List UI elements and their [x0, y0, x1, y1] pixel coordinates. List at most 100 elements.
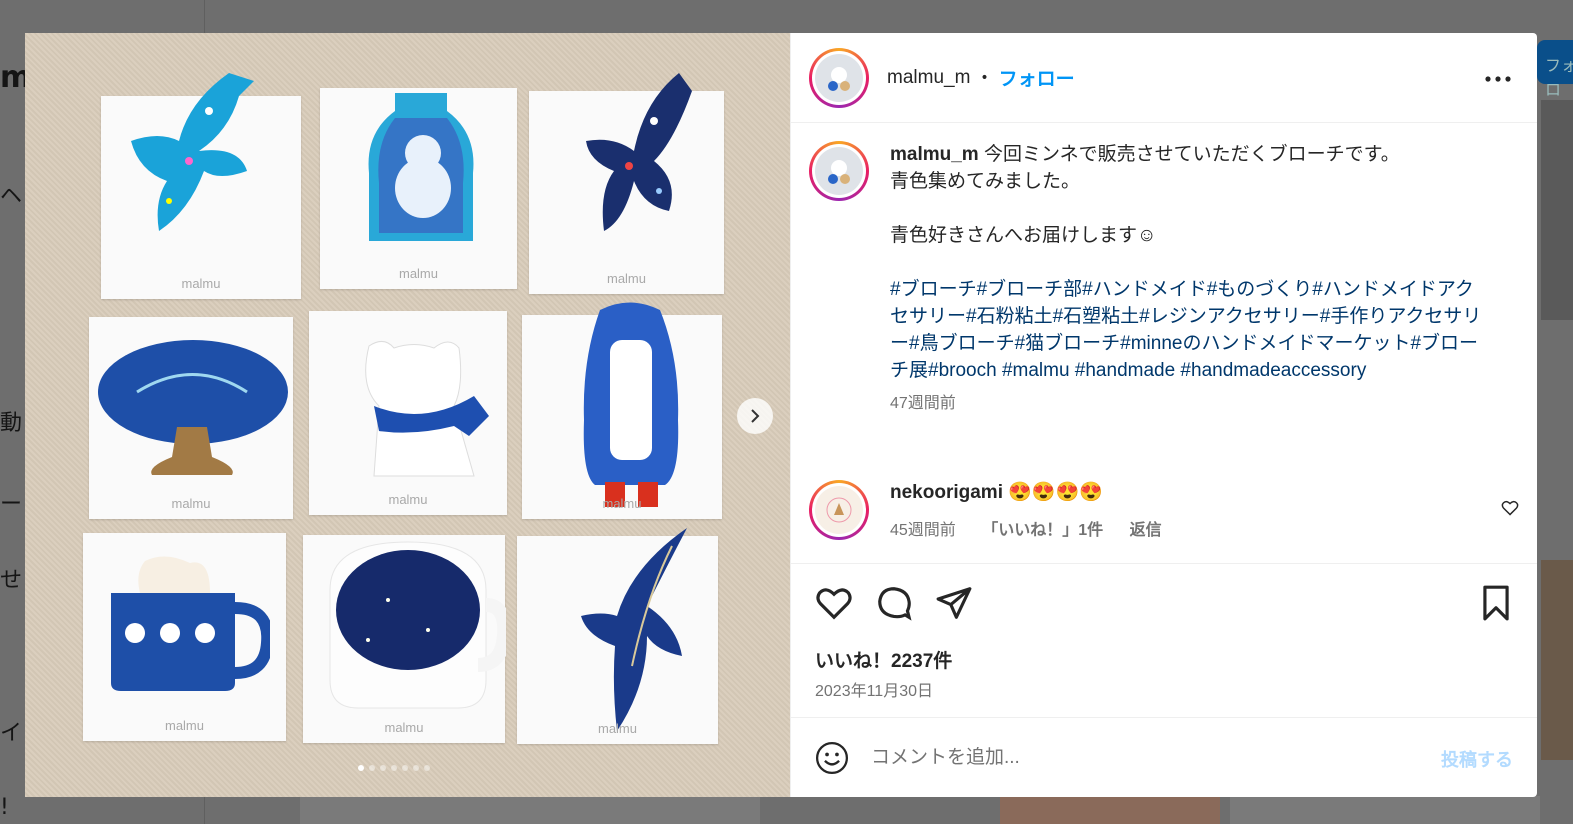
background-thumb — [1000, 796, 1220, 824]
heart-icon[interactable] — [815, 584, 853, 622]
like-count[interactable]: いいね！2237件 — [815, 646, 952, 673]
comment-meta: 45週間前 「いいね！」1件 返信 — [890, 516, 1184, 540]
background-fragment: せ — [0, 568, 23, 593]
follow-button[interactable]: フォロー — [999, 64, 1075, 91]
caption-time[interactable]: 47週間前 — [890, 390, 1490, 417]
avatar-frame — [812, 144, 866, 198]
comment-likes[interactable]: 「いいね！」1件 — [982, 522, 1103, 539]
carousel-dot — [424, 765, 430, 771]
caption: malmu_m 今回ミンネで販売させていただくブローチです。 青色集めてみました… — [809, 141, 1490, 417]
comment: nekoorigami 😍😍😍😍 45週間前 「いいね！」1件 返信 — [809, 480, 1519, 540]
avatar-frame — [812, 483, 866, 537]
background-thumb — [300, 796, 760, 824]
post-comment-button[interactable]: 投稿する — [1441, 746, 1513, 772]
brand-label: malmu — [171, 496, 211, 511]
avatar-frame — [812, 50, 866, 105]
avatar-image — [815, 147, 863, 195]
carousel-dot — [413, 765, 419, 771]
background-fragment: 動 — [0, 411, 23, 436]
carousel-dot — [369, 765, 375, 771]
brooch-card: malmu — [83, 533, 286, 741]
post-date[interactable]: 2023年11月30日 — [815, 677, 933, 701]
action-icons — [815, 584, 973, 622]
brand-label: malmu — [388, 492, 428, 507]
post-username[interactable]: malmu_m — [887, 67, 970, 89]
avatar[interactable] — [809, 480, 869, 540]
caption-body: malmu_m 今回ミンネで販売させていただくブローチです。 青色集めてみました… — [890, 141, 1490, 417]
background-follow-button: フォロ — [1537, 40, 1573, 99]
brooch-card: malmu — [320, 88, 517, 289]
bookmark-icon[interactable] — [1477, 584, 1515, 622]
carousel-dot — [358, 765, 364, 771]
avatar-image — [815, 486, 863, 534]
caption-line: 青色集めてみました。 — [890, 171, 1081, 192]
comment-input[interactable] — [871, 746, 1391, 769]
brooch-card: malmu — [89, 317, 293, 519]
tree-brooch-icon — [98, 340, 288, 475]
bottle-cat-brooch-icon — [368, 93, 474, 241]
carousel-next-button[interactable] — [737, 398, 773, 434]
share-icon[interactable] — [935, 584, 973, 622]
background-fragment: ! — [0, 795, 9, 820]
brooch-card: malmu — [529, 73, 724, 294]
caption-line: 青色好きさんへお届けします☺ — [890, 225, 1157, 246]
reply-button[interactable]: 返信 — [1130, 522, 1162, 539]
more-options-button[interactable] — [1485, 63, 1511, 88]
comment-username[interactable]: nekoorigami — [890, 482, 1003, 503]
emoji-icon[interactable] — [815, 741, 849, 775]
comment-icon[interactable] — [875, 584, 913, 622]
background-fragment: イ — [0, 721, 23, 746]
background-image — [1541, 560, 1573, 760]
post-side-panel: malmu_m • フォロー malmu_m 今回ミンネで販売させていただくブロ… — [790, 33, 1537, 797]
carousel-indicator — [358, 765, 430, 771]
brooch-card: malmu — [522, 302, 722, 519]
more-horizontal-icon — [1485, 76, 1511, 82]
brand-label: malmu — [181, 276, 221, 291]
origami-cat-avatar-icon — [826, 497, 852, 523]
carousel-dot — [391, 765, 397, 771]
brand-label: malmu — [164, 718, 204, 733]
brand-label: malmu — [384, 720, 424, 735]
brand-label: malmu — [606, 271, 646, 286]
background-thumb — [1230, 796, 1540, 824]
brooch-card: malmu — [101, 73, 301, 299]
cup-cat-brooch-icon — [111, 556, 270, 691]
hashtags[interactable]: #ブローチ#ブローチ部#ハンドメイド#ものづくり#ハンドメイドアクセサリー#石粉… — [890, 276, 1490, 384]
separator: • — [980, 69, 989, 86]
heart-icon — [1501, 500, 1519, 516]
polar-bear-brooch-icon — [365, 341, 489, 477]
cat-avatar-icon — [828, 160, 850, 184]
comment-body: nekoorigami 😍😍😍😍 45週間前 「いいね！」1件 返信 — [890, 480, 1184, 540]
background-image — [1541, 100, 1573, 320]
avatar-image — [815, 53, 863, 102]
hooded-cat-brooch-icon — [583, 302, 679, 507]
coffee-cup-brooch-icon — [329, 541, 506, 709]
swallow-brooch-icon — [581, 528, 687, 731]
caption-username[interactable]: malmu_m — [890, 144, 979, 165]
post-modal: malmu malmu malmu malmu malmu malmu malm… — [25, 33, 1537, 797]
bird-brooch-icon — [586, 73, 692, 231]
comment-time[interactable]: 45週間前 — [890, 522, 956, 539]
avatar[interactable] — [809, 141, 869, 201]
chevron-right-icon — [751, 409, 760, 423]
carousel-dot — [380, 765, 386, 771]
caption-line: 今回ミンネで販売させていただくブローチです。 — [983, 144, 1400, 165]
action-bar: いいね！2237件 2023年11月30日 — [791, 563, 1537, 718]
comment-composer: 投稿する — [791, 717, 1537, 797]
brand-label: malmu — [602, 496, 642, 511]
post-image[interactable]: malmu malmu malmu malmu malmu malmu malm… — [25, 33, 790, 797]
bird-brooch-icon — [131, 73, 254, 231]
cat-avatar-icon — [828, 66, 850, 91]
brand-label: malmu — [398, 266, 438, 281]
brand-label: malmu — [597, 721, 637, 736]
avatar[interactable] — [809, 47, 869, 108]
background-fragment: ヘ — [0, 184, 23, 209]
brooch-card: malmu — [517, 528, 718, 744]
comment-text: 😍😍😍😍 — [1008, 482, 1103, 503]
comment-like-button[interactable] — [1501, 500, 1519, 520]
carousel-dot — [402, 765, 408, 771]
post-header: malmu_m • フォロー — [791, 33, 1537, 123]
background-fragment: ー — [0, 492, 23, 517]
